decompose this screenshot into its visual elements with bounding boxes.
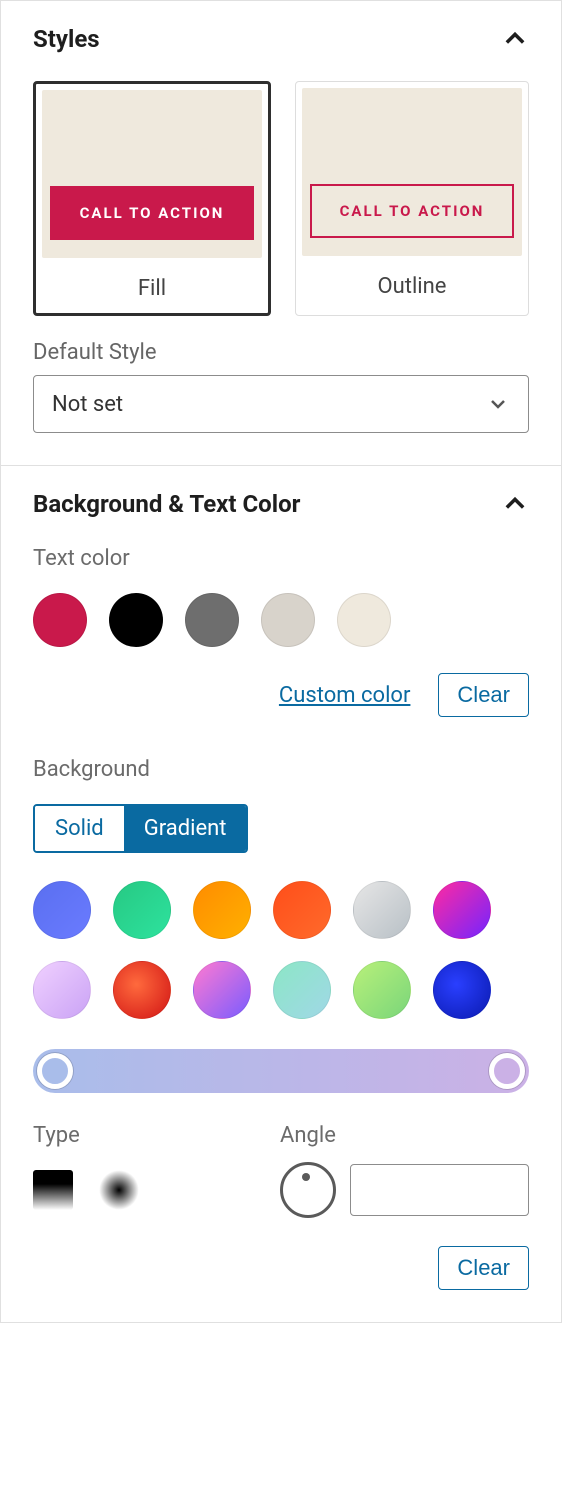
text-color-label: Text color xyxy=(33,546,529,571)
cta-outline-button: CALL TO ACTION xyxy=(310,184,515,238)
styles-header[interactable]: Styles xyxy=(33,25,529,53)
settings-panel: Styles CALL TO ACTION Fill CALL TO ACTIO… xyxy=(0,0,562,1323)
text-swatch-4[interactable] xyxy=(337,593,391,647)
text-color-swatches xyxy=(33,593,529,647)
gradient-swatch-6[interactable] xyxy=(33,961,91,1019)
default-style-value: Not set xyxy=(52,392,123,417)
text-color-actions: Custom color Clear xyxy=(33,673,529,717)
gradient-type-linear[interactable] xyxy=(33,1170,73,1210)
gradient-swatch-1[interactable] xyxy=(113,881,171,939)
gradient-swatch-10[interactable] xyxy=(353,961,411,1019)
text-swatch-2[interactable] xyxy=(185,593,239,647)
bg-actions: Clear xyxy=(33,1246,529,1290)
angle-controls xyxy=(280,1162,529,1218)
text-swatch-3[interactable] xyxy=(261,593,315,647)
chevron-up-icon xyxy=(501,25,529,53)
clear-text-color-button[interactable]: Clear xyxy=(438,673,529,717)
tab-solid[interactable]: Solid xyxy=(35,806,124,851)
gradient-swatches xyxy=(33,881,529,1019)
style-card-fill[interactable]: CALL TO ACTION Fill xyxy=(33,81,271,316)
chevron-up-icon xyxy=(501,490,529,518)
gradient-swatch-5[interactable] xyxy=(433,881,491,939)
type-options xyxy=(33,1162,240,1218)
gradient-swatch-7[interactable] xyxy=(113,961,171,1019)
gradient-stop-end[interactable] xyxy=(489,1053,525,1089)
angle-input[interactable] xyxy=(350,1164,529,1216)
style-caption-outline: Outline xyxy=(296,262,528,311)
styles-title: Styles xyxy=(33,25,100,53)
chevron-down-icon xyxy=(486,392,510,416)
custom-color-link[interactable]: Custom color xyxy=(279,683,411,708)
gradient-swatch-11[interactable] xyxy=(433,961,491,1019)
style-preview-fill: CALL TO ACTION xyxy=(42,90,262,258)
gradient-swatch-8[interactable] xyxy=(193,961,251,1019)
gradient-swatch-4[interactable] xyxy=(353,881,411,939)
default-style-label: Default Style xyxy=(33,340,529,365)
gradient-swatch-2[interactable] xyxy=(193,881,251,939)
tab-gradient[interactable]: Gradient xyxy=(124,806,247,851)
text-swatch-1[interactable] xyxy=(109,593,163,647)
style-card-outline[interactable]: CALL TO ACTION Outline xyxy=(295,81,529,316)
bgtext-title: Background & Text Color xyxy=(33,490,300,518)
gradient-swatch-3[interactable] xyxy=(273,881,331,939)
gradient-bar[interactable] xyxy=(33,1049,529,1093)
gradient-type-radial[interactable] xyxy=(99,1170,139,1210)
type-column: Type xyxy=(33,1123,240,1218)
type-angle-row: Type Angle xyxy=(33,1123,529,1218)
style-caption-fill: Fill xyxy=(36,264,268,313)
angle-column: Angle xyxy=(280,1123,529,1218)
styles-section: Styles CALL TO ACTION Fill CALL TO ACTIO… xyxy=(1,1,561,466)
text-swatch-0[interactable] xyxy=(33,593,87,647)
gradient-stop-start[interactable] xyxy=(37,1053,73,1089)
angle-label: Angle xyxy=(280,1123,529,1148)
gradient-swatch-0[interactable] xyxy=(33,881,91,939)
default-style-select[interactable]: Not set xyxy=(33,375,529,433)
bgtext-header[interactable]: Background & Text Color xyxy=(33,490,529,518)
gradient-swatch-9[interactable] xyxy=(273,961,331,1019)
clear-background-button[interactable]: Clear xyxy=(438,1246,529,1290)
style-cards: CALL TO ACTION Fill CALL TO ACTION Outli… xyxy=(33,81,529,316)
angle-dial-indicator xyxy=(302,1173,310,1181)
bgtext-section: Background & Text Color Text color Custo… xyxy=(1,466,561,1322)
type-label: Type xyxy=(33,1123,240,1148)
cta-fill-button: CALL TO ACTION xyxy=(50,186,255,240)
angle-dial[interactable] xyxy=(280,1162,336,1218)
bg-tab-group: Solid Gradient xyxy=(33,804,248,853)
style-preview-outline: CALL TO ACTION xyxy=(302,88,522,256)
background-label: Background xyxy=(33,757,529,782)
